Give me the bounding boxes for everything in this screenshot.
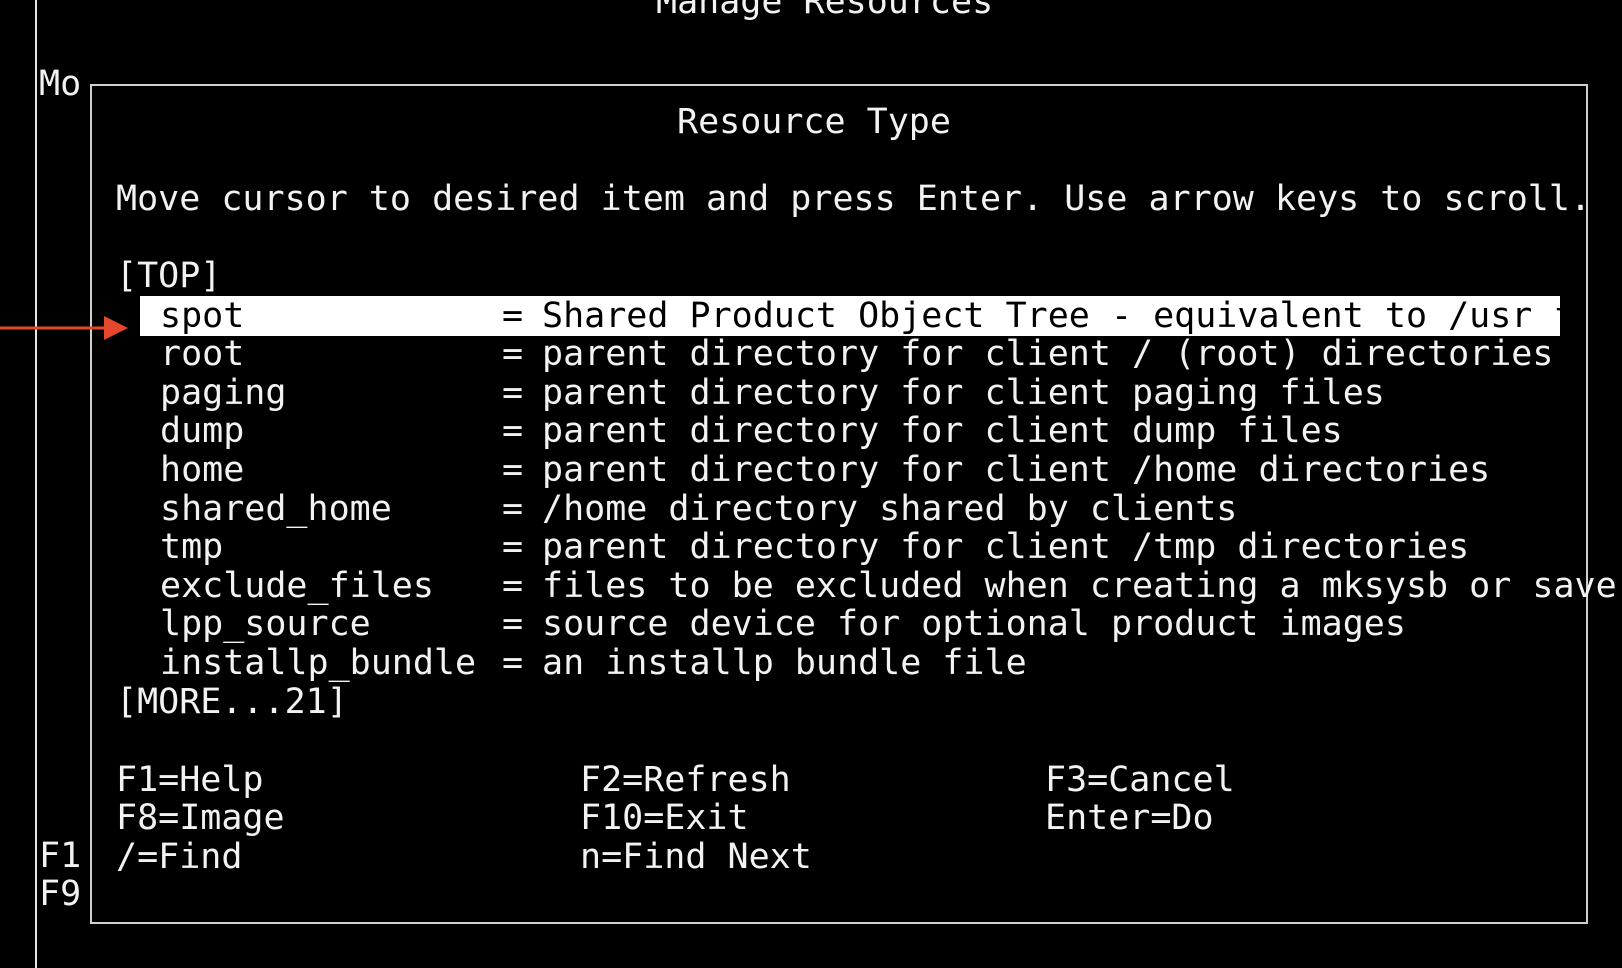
dialog-title: Resource Type: [677, 102, 951, 142]
screen-fkey-fragment-f9: F9: [39, 874, 82, 914]
enter-do-key[interactable]: Enter=Do: [1045, 798, 1214, 838]
list-item-description: /home directory shared by clients: [542, 489, 1238, 529]
list-item-description: parent directory for client /home direct…: [542, 450, 1491, 490]
list-item-description: parent directory for client /tmp directo…: [542, 527, 1470, 567]
find-next-key[interactable]: n=Find Next: [580, 837, 812, 877]
list-item-separator: =: [502, 373, 524, 413]
f8-image-key[interactable]: F8=Image: [116, 798, 285, 838]
list-item-key: exclude_files: [160, 566, 434, 606]
list-item-key: shared_home: [160, 489, 392, 529]
list-item-home[interactable]: home = parent directory for client /home…: [140, 450, 1560, 490]
list-item-description: parent directory for client dump files: [542, 411, 1343, 451]
list-item-separator: =: [502, 643, 524, 683]
list-item-description: files to be excluded when creating a mks…: [542, 566, 1617, 606]
list-item-key: paging: [160, 373, 287, 413]
arrow-right-icon: [0, 316, 128, 340]
list-item-installp-bundle[interactable]: installp_bundle = an installp bundle fil…: [140, 643, 1560, 683]
list-more-marker: [MORE...21]: [116, 682, 348, 722]
f2-refresh-key[interactable]: F2=Refresh: [580, 760, 791, 800]
list-item-dump[interactable]: dump = parent directory for client dump …: [140, 411, 1560, 451]
screen-fkey-fragment-f1: F1: [39, 836, 82, 876]
list-item-key: installp_bundle: [160, 643, 477, 683]
list-item-separator: =: [502, 334, 524, 374]
list-item-description: source device for optional product image…: [542, 604, 1406, 644]
list-item-separator: =: [502, 566, 524, 606]
f10-exit-key[interactable]: F10=Exit: [580, 798, 749, 838]
list-item-separator: =: [502, 489, 524, 529]
list-item-description: Shared Product Object Tree - equivalent …: [542, 296, 1560, 336]
screen-title: Manage Resources: [656, 0, 994, 22]
list-item-paging[interactable]: paging = parent directory for client pag…: [140, 373, 1560, 413]
list-item-separator: =: [502, 527, 524, 567]
list-item-key: home: [160, 450, 245, 490]
list-item-key: root: [160, 334, 245, 374]
screen-left-fragment: Mo: [39, 64, 82, 104]
dialog-instruction: Move cursor to desired item and press En…: [116, 179, 1592, 219]
list-item-separator: =: [502, 411, 524, 451]
list-item-exclude-files[interactable]: exclude_files = files to be excluded whe…: [140, 566, 1617, 606]
list-item-key: dump: [160, 411, 245, 451]
find-key[interactable]: /=Find: [116, 837, 242, 877]
terminal-left-border: [35, 0, 37, 968]
list-item-key: lpp_source: [160, 604, 371, 644]
f1-help-key[interactable]: F1=Help: [116, 760, 264, 800]
list-item-root[interactable]: root = parent directory for client / (ro…: [140, 334, 1560, 374]
f3-cancel-key[interactable]: F3=Cancel: [1045, 760, 1235, 800]
list-item-description: parent directory for client / (root) dir…: [542, 334, 1554, 374]
list-item-spot[interactable]: spot = Shared Product Object Tree - equi…: [140, 296, 1560, 336]
list-item-description: an installp bundle file: [542, 643, 1027, 683]
list-item-tmp[interactable]: tmp = parent directory for client /tmp d…: [140, 527, 1560, 567]
list-item-separator: =: [502, 296, 524, 336]
list-top-marker: [TOP]: [116, 256, 222, 296]
list-item-shared-home[interactable]: shared_home = /home directory shared by …: [140, 489, 1560, 529]
list-item-lpp-source[interactable]: lpp_source = source device for optional …: [140, 604, 1560, 644]
list-item-key: spot: [160, 296, 245, 336]
list-item-key: tmp: [160, 527, 224, 567]
list-item-separator: =: [502, 604, 524, 644]
list-item-description: parent directory for client paging files: [542, 373, 1385, 413]
list-item-separator: =: [502, 450, 524, 490]
